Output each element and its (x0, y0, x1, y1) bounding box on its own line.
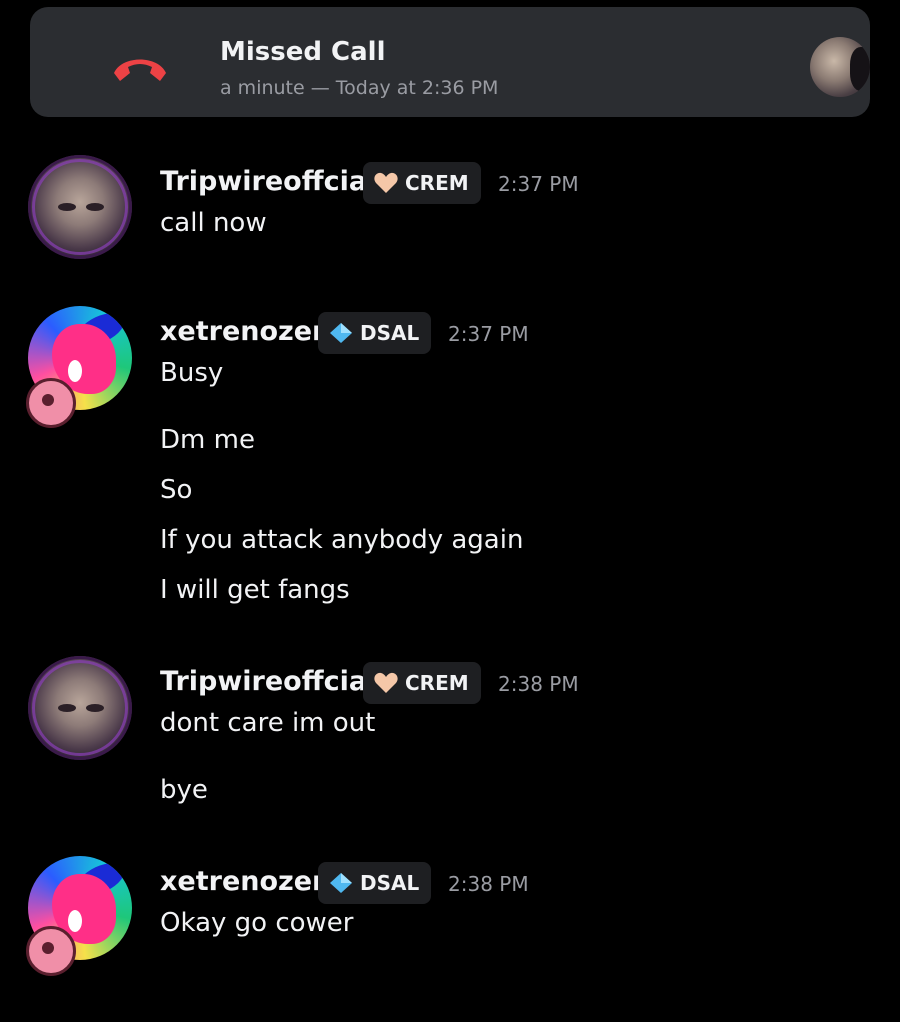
author-name[interactable]: Tripwireoffcial (160, 666, 376, 697)
avatar[interactable] (28, 656, 132, 760)
author-name[interactable]: Tripwireoffcial (160, 166, 376, 197)
server-tag[interactable]: CREM (363, 162, 481, 204)
donut-decoration-icon (26, 378, 76, 428)
avatar[interactable] (28, 155, 132, 259)
diamond-icon (330, 873, 352, 893)
message-text: Okay go cower (160, 908, 354, 938)
timestamp: 2:37 PM (448, 322, 529, 346)
message-text: I will get fangs (160, 575, 350, 605)
phone-hangup-icon (114, 59, 166, 81)
missed-call-card[interactable]: Missed Call a minute — Today at 2:36 PM (30, 7, 870, 117)
server-tag-label: CREM (405, 671, 469, 695)
server-tag-label: DSAL (360, 871, 420, 895)
heart-icon (374, 172, 398, 193)
timestamp: 2:37 PM (498, 172, 579, 196)
server-tag-label: DSAL (360, 321, 420, 345)
diamond-icon (330, 323, 352, 343)
missed-call-title: Missed Call (220, 37, 386, 67)
heart-icon (374, 672, 398, 693)
caller-avatar[interactable] (810, 37, 870, 97)
message-text: bye (160, 775, 208, 805)
message-text: dont care im out (160, 708, 376, 738)
author-name[interactable]: xetrenozen (160, 866, 331, 897)
message-text: call now (160, 208, 267, 238)
server-tag[interactable]: DSAL (318, 862, 432, 904)
timestamp: 2:38 PM (448, 872, 529, 896)
timestamp: 2:38 PM (498, 672, 579, 696)
message-text: So (160, 475, 193, 505)
server-tag[interactable]: CREM (363, 662, 481, 704)
server-tag[interactable]: DSAL (318, 312, 432, 354)
message-text: If you attack anybody again (160, 525, 524, 555)
author-name[interactable]: xetrenozen (160, 316, 331, 347)
missed-call-subtitle: a minute — Today at 2:36 PM (220, 77, 499, 99)
message-text: Busy (160, 358, 224, 388)
server-tag-label: CREM (405, 171, 469, 195)
message-text: Dm me (160, 425, 255, 455)
donut-decoration-icon (26, 926, 76, 976)
